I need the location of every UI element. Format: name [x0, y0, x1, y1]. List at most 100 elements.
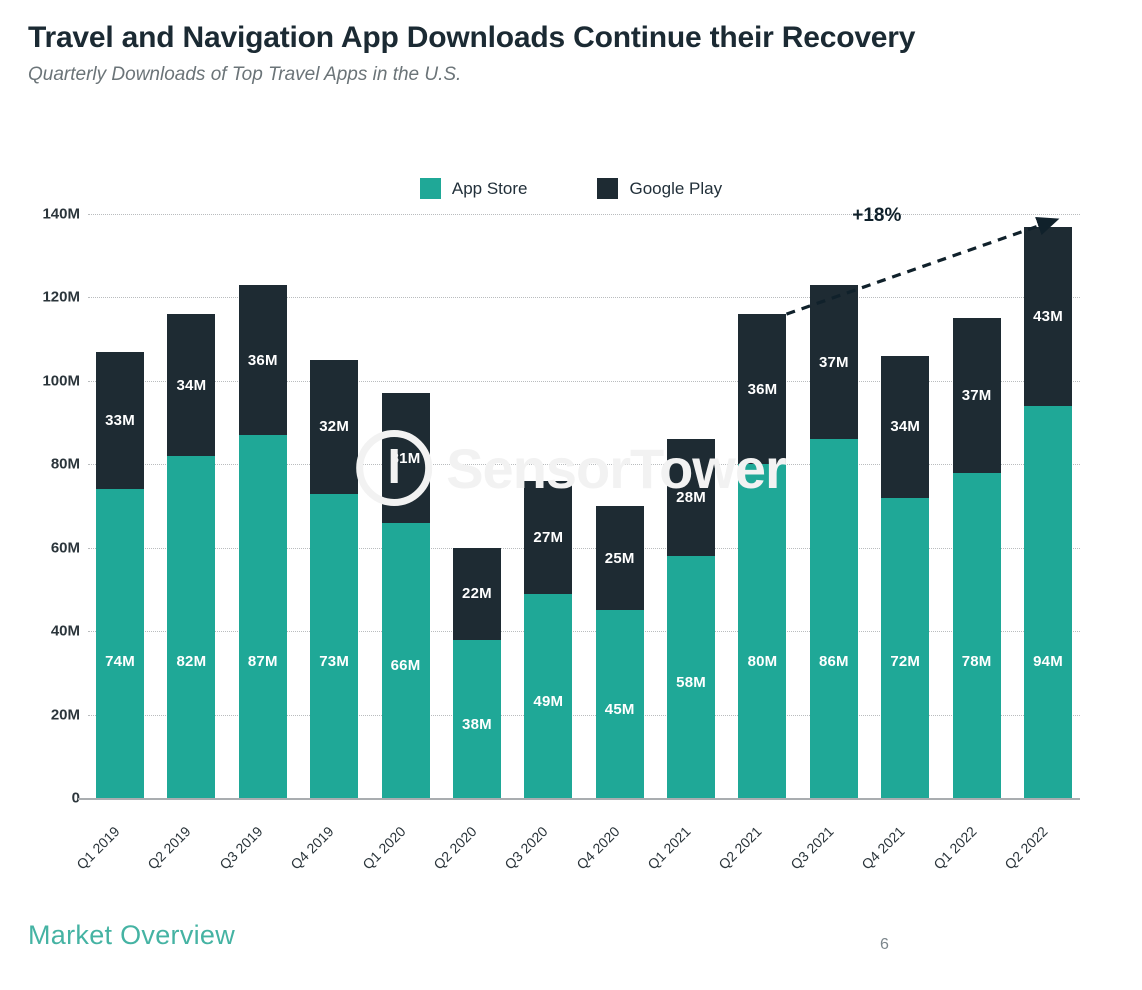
y-axis-tick-label: 140M: [42, 205, 80, 223]
bar-value-label: 72M: [890, 653, 921, 670]
bar-segment-app-store[interactable]: 45M: [595, 610, 644, 798]
page-subtitle: Quarterly Downloads of Top Travel Apps i…: [28, 64, 462, 86]
x-axis-tick-label: Q1 2021: [644, 823, 694, 873]
bar-value-label: 58M: [676, 674, 706, 692]
bar-segment-app-store[interactable]: 78M: [952, 472, 1001, 798]
bar-value-label: 32M: [319, 418, 350, 436]
page-title: Travel and Navigation App Downloads Cont…: [28, 21, 916, 54]
bar-value-label: 36M: [247, 351, 278, 369]
bar-value-label: 74M: [105, 653, 135, 670]
plot-area: 74M 33M 82M 34M 87M 36M 73M 32M 66M 31M 38M 22M 49M 2…: [88, 214, 1080, 798]
bar-group[interactable]: 78M 37M: [952, 318, 1001, 798]
bar-value-label: 38M: [462, 715, 492, 733]
x-axis-tick-label: Q3 2019: [216, 823, 266, 873]
legend-item-app-store[interactable]: App Store: [419, 178, 528, 199]
bar-value-label: 31M: [390, 449, 421, 467]
bar-value-label: 80M: [747, 653, 778, 670]
bar-segment-google-play[interactable]: 36M: [238, 284, 287, 436]
growth-annotation-label: +18%: [852, 205, 902, 227]
bar-group[interactable]: 66M 31M: [381, 393, 430, 798]
bar-value-label: 28M: [676, 489, 706, 507]
x-axis-tick-label: Q4 2019: [287, 823, 337, 873]
bar-segment-app-store[interactable]: 74M: [96, 489, 144, 798]
bar-segment-google-play[interactable]: 37M: [809, 284, 858, 440]
x-axis-line: [78, 798, 1080, 800]
bar-group[interactable]: 74M 33M: [96, 351, 144, 798]
bar-segment-app-store[interactable]: 58M: [667, 556, 716, 798]
bar-segment-app-store[interactable]: 49M: [524, 593, 573, 798]
y-axis-tick-label: 60M: [50, 539, 80, 557]
y-axis-tick-label: 40M: [50, 622, 80, 640]
bar-segment-google-play[interactable]: 27M: [524, 480, 573, 594]
y-axis-tick-label: 20M: [50, 706, 80, 724]
bar-segment-app-store[interactable]: 73M: [310, 493, 359, 798]
footer-section-label: Market Overview: [28, 920, 236, 950]
bar-segment-google-play[interactable]: 34M: [167, 314, 216, 456]
bar-segment-google-play[interactable]: 31M: [381, 393, 430, 523]
gridline: [88, 214, 1080, 215]
bar-segment-app-store[interactable]: 82M: [167, 455, 216, 798]
chart-legend: App Store Google Play: [0, 178, 1142, 199]
bar-segment-google-play[interactable]: 33M: [96, 351, 144, 490]
bar-value-label: 78M: [961, 653, 992, 670]
bar-group[interactable]: 72M 34M: [881, 355, 930, 798]
x-axis-tick-label: Q2 2021: [715, 823, 766, 873]
bar-value-label: 37M: [818, 353, 849, 371]
page-number: 6: [880, 936, 889, 953]
bar-segment-google-play[interactable]: 37M: [952, 318, 1001, 473]
bar-group[interactable]: 80M 36M: [738, 314, 787, 798]
bar-segment-google-play[interactable]: 36M: [738, 314, 787, 465]
x-axis-tick-label: Q2 2019: [144, 823, 195, 873]
y-axis-tick-label: 100M: [42, 372, 80, 390]
bar-segment-google-play[interactable]: 32M: [310, 360, 359, 494]
bar-value-label: 43M: [1033, 307, 1063, 325]
bar-value-label: 45M: [604, 701, 635, 719]
gridline: [88, 380, 1080, 382]
x-axis-tick-label: Q3 2020: [501, 823, 551, 873]
bar-value-label: 34M: [890, 418, 921, 436]
legend-swatch-app-store: [419, 178, 441, 199]
bar-segment-app-store[interactable]: 38M: [452, 639, 501, 798]
bar-group[interactable]: 38M 22M: [452, 547, 501, 798]
legend-label-app-store: App Store: [451, 178, 528, 198]
bar-value-label: 66M: [390, 657, 421, 675]
bar-group[interactable]: 82M 34M: [167, 314, 216, 798]
bar-group[interactable]: 45M 25M: [595, 506, 644, 798]
bar-group[interactable]: 73M 32M: [310, 360, 359, 798]
x-axis-tick-label: Q1 2019: [73, 823, 123, 873]
chart-header: Travel and Navigation App Downloads Cont…: [28, 20, 1118, 86]
legend-item-google-play[interactable]: Google Play: [597, 178, 722, 199]
bar-segment-google-play[interactable]: 43M: [1024, 226, 1072, 406]
bar-group[interactable]: 49M 27M: [524, 480, 573, 798]
bar-segment-google-play[interactable]: 25M: [595, 506, 644, 611]
bar-group[interactable]: 87M 36M: [238, 284, 287, 798]
gridline: [88, 297, 1080, 299]
bar-group[interactable]: 94M 43M: [1024, 226, 1072, 798]
bar-segment-google-play[interactable]: 22M: [452, 547, 501, 640]
x-axis-tick-label: Q1 2020: [358, 823, 409, 873]
gridline: [88, 464, 1080, 466]
x-axis-tick-label: Q4 2021: [858, 823, 908, 873]
bar-segment-app-store[interactable]: 72M: [881, 497, 930, 798]
bar-segment-google-play[interactable]: 34M: [881, 355, 930, 498]
bar-value-label: 37M: [961, 386, 992, 404]
bar-group[interactable]: 86M 37M: [809, 284, 858, 798]
bar-segment-app-store[interactable]: 80M: [738, 464, 787, 798]
x-axis-tick-label: Q4 2020: [573, 823, 623, 873]
bar-group[interactable]: 58M 28M: [667, 439, 716, 798]
gridline: [88, 631, 1080, 633]
gridline: [88, 547, 1080, 549]
bar-segment-app-store[interactable]: 94M: [1024, 405, 1072, 798]
bar-segment-app-store[interactable]: 86M: [809, 439, 858, 798]
bar-segment-google-play[interactable]: 28M: [667, 439, 716, 557]
bar-value-label: 33M: [105, 412, 135, 429]
bar-value-label: 27M: [533, 528, 564, 546]
bar-segment-app-store[interactable]: 87M: [238, 435, 287, 798]
bar-value-label: 94M: [1033, 653, 1063, 670]
bar-value-label: 49M: [533, 692, 564, 710]
bar-value-label: 73M: [319, 653, 350, 670]
bar-segment-app-store[interactable]: 66M: [381, 522, 430, 798]
x-axis-tick-label: Q2 2020: [430, 823, 480, 873]
gridline: [88, 714, 1080, 716]
bar-value-label: 36M: [747, 380, 778, 398]
